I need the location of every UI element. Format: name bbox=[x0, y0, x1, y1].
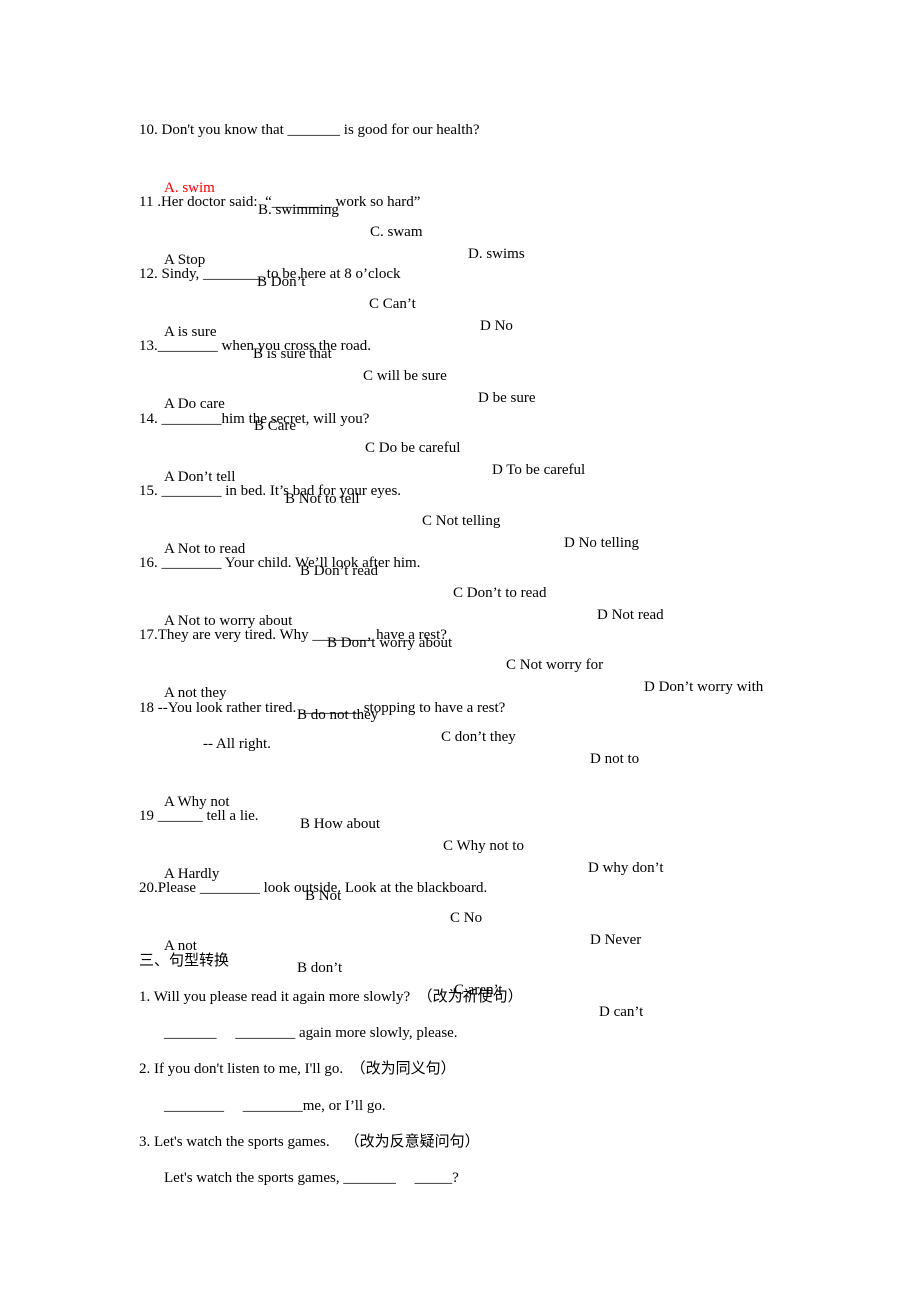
option-d: D Never bbox=[590, 932, 642, 948]
transformation-1-prompt: 1. Will you please read it again more sl… bbox=[139, 989, 523, 1005]
option-c: C No bbox=[450, 910, 483, 926]
question-10-options: A. swim B. swimming C. swam D. swims bbox=[0, 155, 525, 262]
option-d: D Don’t worry with bbox=[644, 679, 764, 695]
option-d: D No bbox=[480, 318, 513, 334]
question-15-options: A Not to read B Don’t read C Don’t to re… bbox=[0, 516, 664, 623]
question-16-options: A Not to worry about B Don’t worry about… bbox=[0, 588, 763, 695]
option-d: D. swims bbox=[468, 246, 525, 262]
question-17-stem: 17.They are very tired. Why ________ hav… bbox=[139, 627, 447, 643]
question-13-options: A Do care B Care C Do be careful D To be… bbox=[0, 371, 585, 478]
option-c: C Do be careful bbox=[365, 440, 461, 456]
question-16-stem: 16. ________ Your child. We’ll look afte… bbox=[139, 555, 421, 571]
question-11-options: A Stop B Don’t C Can’t D No bbox=[0, 227, 513, 334]
question-19-options: A Hardly B Not C No D Never bbox=[0, 841, 641, 948]
question-12-stem: 12. Sindy, ________ to be here at 8 o’cl… bbox=[139, 266, 401, 282]
option-b: B don’t bbox=[297, 960, 343, 976]
question-18-options: A Why not B How about C Why not to D why… bbox=[0, 769, 664, 876]
question-12-options: A is sure B is sure that C will be sure … bbox=[0, 299, 535, 406]
option-c: C Why not to bbox=[443, 838, 524, 854]
question-14-options: A Don’t tell B Not to tell C Not telling… bbox=[0, 444, 639, 551]
transformation-3-prompt: 3. Let's watch the sports games. （改为反意疑问… bbox=[139, 1134, 480, 1150]
question-11-stem: 11 .Her doctor said: “________ work so h… bbox=[139, 194, 421, 210]
option-c: C. swam bbox=[370, 224, 423, 240]
option-d: D Not read bbox=[597, 607, 664, 623]
question-20-options: A not B don’t C aren’t D can’t bbox=[0, 913, 643, 1020]
option-c: C don’t they bbox=[441, 729, 516, 745]
question-14-stem: 14. ________him the secret, will you? bbox=[139, 411, 370, 427]
question-10-stem: 10. Don't you know that _______ is good … bbox=[139, 122, 480, 138]
question-20-stem: 20.Please ________ look outside. Look at… bbox=[139, 880, 488, 896]
option-d: D No telling bbox=[564, 535, 639, 551]
transformation-3-answer: Let's watch the sports games, _______ __… bbox=[164, 1170, 459, 1186]
question-13-stem: 13.________ when you cross the road. bbox=[139, 338, 372, 354]
option-d: D To be careful bbox=[492, 462, 586, 478]
option-b: B How about bbox=[300, 816, 380, 832]
section-title: 三、句型转换 bbox=[139, 953, 230, 969]
question-18-reply: -- All right. bbox=[203, 736, 271, 752]
transformation-2-prompt: 2. If you don't listen to me, I'll go. （… bbox=[139, 1061, 456, 1077]
option-c: C Don’t to read bbox=[453, 585, 547, 601]
question-19-stem: 19 ______ tell a lie. bbox=[139, 808, 259, 824]
option-c: C Not telling bbox=[422, 513, 501, 529]
question-17-options: A not they B do not they C don’t they D … bbox=[0, 660, 639, 767]
option-c: C Can’t bbox=[369, 296, 416, 312]
question-18-stem: 18 --You look rather tired. ________ sto… bbox=[139, 700, 506, 716]
option-d: D why don’t bbox=[588, 860, 664, 876]
question-15-stem: 15. ________ in bed. It’s bad for your e… bbox=[139, 483, 402, 499]
option-c: C Not worry for bbox=[506, 657, 604, 673]
transformation-1-answer: _______ ________ again more slowly, plea… bbox=[164, 1025, 458, 1041]
transformation-2-answer: ________ ________me, or I’ll go. bbox=[164, 1098, 386, 1114]
option-d: D be sure bbox=[478, 390, 536, 406]
option-d: D can’t bbox=[599, 1004, 644, 1020]
option-d: D not to bbox=[590, 751, 640, 767]
option-c: C will be sure bbox=[363, 368, 447, 384]
